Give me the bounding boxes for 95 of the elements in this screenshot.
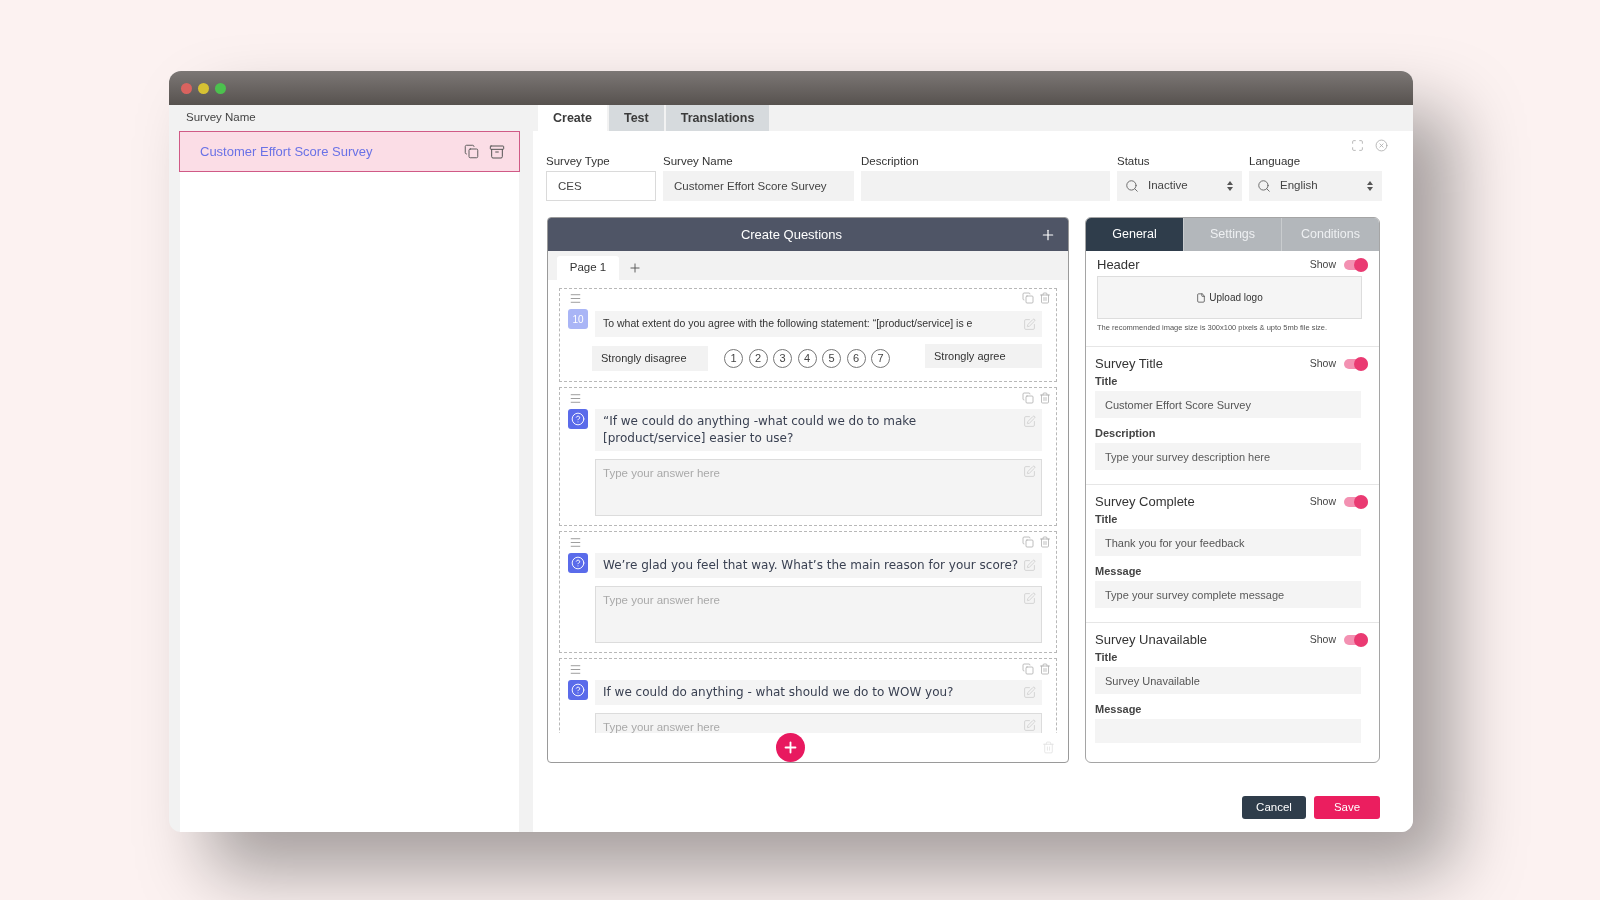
text-field[interactable]: Survey Unavailable (1095, 667, 1361, 694)
cancel-button[interactable]: Cancel (1242, 796, 1306, 819)
edit-icon[interactable] (1023, 592, 1036, 605)
text-field[interactable]: Thank you for your feedback (1095, 529, 1361, 556)
scale-low-label: Strongly disagree (592, 345, 708, 371)
search-icon (1257, 179, 1271, 193)
panel-title: Create Questions (739, 225, 844, 244)
sidebar-heading: Survey Name (186, 110, 256, 126)
settings-tab[interactable]: General (1086, 218, 1183, 251)
copy-icon[interactable] (1022, 392, 1034, 404)
tab[interactable]: Translations (665, 105, 770, 131)
trash-icon[interactable] (1039, 536, 1051, 548)
archive-icon[interactable] (489, 143, 505, 160)
dropdown-field[interactable]: Inactive (1117, 171, 1242, 201)
question-icon (568, 553, 588, 573)
question-icon (568, 680, 588, 700)
copy-icon[interactable] (1022, 663, 1034, 675)
file-icon (1196, 292, 1207, 303)
field-label: Title (1095, 374, 1119, 388)
edit-icon[interactable] (1023, 686, 1036, 699)
trash-icon[interactable] (1039, 392, 1051, 404)
field-label: Survey Type (546, 154, 611, 169)
section-title: Header (1097, 256, 1140, 275)
survey-name: Customer Effort Score Survey (200, 142, 374, 161)
trash-icon[interactable] (1039, 663, 1051, 675)
drag-handle-icon[interactable] (569, 662, 582, 676)
add-question-button[interactable] (776, 733, 805, 762)
close-icon[interactable] (1375, 139, 1388, 152)
zoom-button[interactable] (215, 82, 226, 94)
text-field[interactable]: Type your survey complete message (1095, 581, 1361, 608)
question-text: To what extent do you agree with the following statement: “[product/service] is e (603, 316, 974, 332)
drag-handle-icon[interactable] (569, 291, 582, 305)
field-label: Title (1095, 650, 1119, 664)
show-toggle[interactable] (1344, 633, 1368, 647)
field-label: Survey Name (663, 154, 734, 169)
field-label: Description (861, 154, 920, 169)
edit-icon[interactable] (1023, 465, 1036, 478)
trash-icon[interactable] (1039, 292, 1051, 304)
question-field[interactable]: To what extent do you agree with the following statement: “[product/service] is e (595, 311, 1042, 337)
question-text: We’re glad you feel that way. What’s the main reason for your score? (603, 557, 1020, 574)
section-title: Survey Complete (1095, 493, 1195, 512)
drag-handle-icon[interactable] (569, 391, 582, 405)
text-field[interactable]: Customer Effort Score Survey (663, 171, 854, 201)
show-label: Show (1309, 632, 1336, 648)
copy-icon[interactable] (1022, 536, 1034, 548)
up-down-caret-icon (1367, 181, 1373, 191)
dropdown-field[interactable]: English (1249, 171, 1382, 201)
show-label: Show (1309, 257, 1336, 273)
plus-icon (628, 260, 642, 275)
copy-icon[interactable] (464, 144, 479, 159)
copy-icon[interactable] (1022, 292, 1034, 304)
edit-icon[interactable] (1023, 317, 1036, 331)
tab[interactable]: Test (608, 105, 664, 131)
question-text: If we could do anything - what should we do to WOW you? (603, 684, 955, 701)
expand-icon[interactable] (1351, 139, 1364, 152)
field-label: Message (1095, 564, 1143, 578)
field-label: Status (1117, 154, 1151, 169)
edit-icon[interactable] (1023, 415, 1036, 428)
show-label: Show (1309, 356, 1336, 372)
edit-icon[interactable] (1023, 559, 1036, 572)
upload-logo-button[interactable]: Upload logo (1097, 276, 1362, 319)
question-type-badge: 10 (568, 309, 588, 329)
page-tab[interactable]: Page 1 (557, 256, 619, 280)
up-down-caret-icon (1227, 181, 1233, 191)
scale-high-label: Strongly agree (925, 344, 1042, 368)
section-title: Survey Unavailable (1095, 631, 1207, 650)
field-label: Description (1095, 426, 1157, 440)
text-field[interactable]: CES (546, 171, 656, 201)
text-field[interactable]: Customer Effort Score Survey (1095, 391, 1361, 418)
field-label: Message (1095, 702, 1143, 716)
question-field[interactable]: “If we could do anything -what could we do to make [product/service] easier to use? (595, 409, 1042, 451)
show-label: Show (1309, 494, 1336, 510)
trash-icon[interactable] (1042, 741, 1055, 754)
close-button[interactable] (181, 82, 192, 94)
section-title: Survey Title (1095, 355, 1163, 374)
answer-field[interactable]: Type your answer here (595, 586, 1042, 643)
minimize-button[interactable] (198, 82, 209, 94)
field-label: Title (1095, 512, 1119, 526)
question-icon (568, 409, 588, 429)
question-text: “If we could do anything -what could we do to make [product/service] easier to use? (603, 413, 918, 447)
search-icon (1125, 179, 1139, 193)
field-label: Language (1249, 154, 1302, 169)
tab[interactable]: Create (538, 105, 607, 131)
question-field[interactable]: We’re glad you feel that way. What’s the main reason for your score? (595, 553, 1042, 578)
show-toggle[interactable] (1344, 357, 1368, 371)
show-toggle[interactable] (1344, 258, 1368, 272)
show-toggle[interactable] (1344, 495, 1368, 509)
answer-field[interactable]: Type your answer here (595, 459, 1042, 516)
answer-field[interactable]: Type your answer here (595, 713, 1042, 733)
save-button[interactable]: Save (1314, 796, 1380, 819)
drag-handle-icon[interactable] (569, 535, 582, 549)
text-field[interactable]: Type your survey description here (1095, 443, 1361, 470)
plus-icon (782, 739, 799, 756)
edit-icon[interactable] (1023, 719, 1036, 732)
question-field[interactable]: If we could do anything - what should we do to WOW you? (595, 680, 1042, 705)
